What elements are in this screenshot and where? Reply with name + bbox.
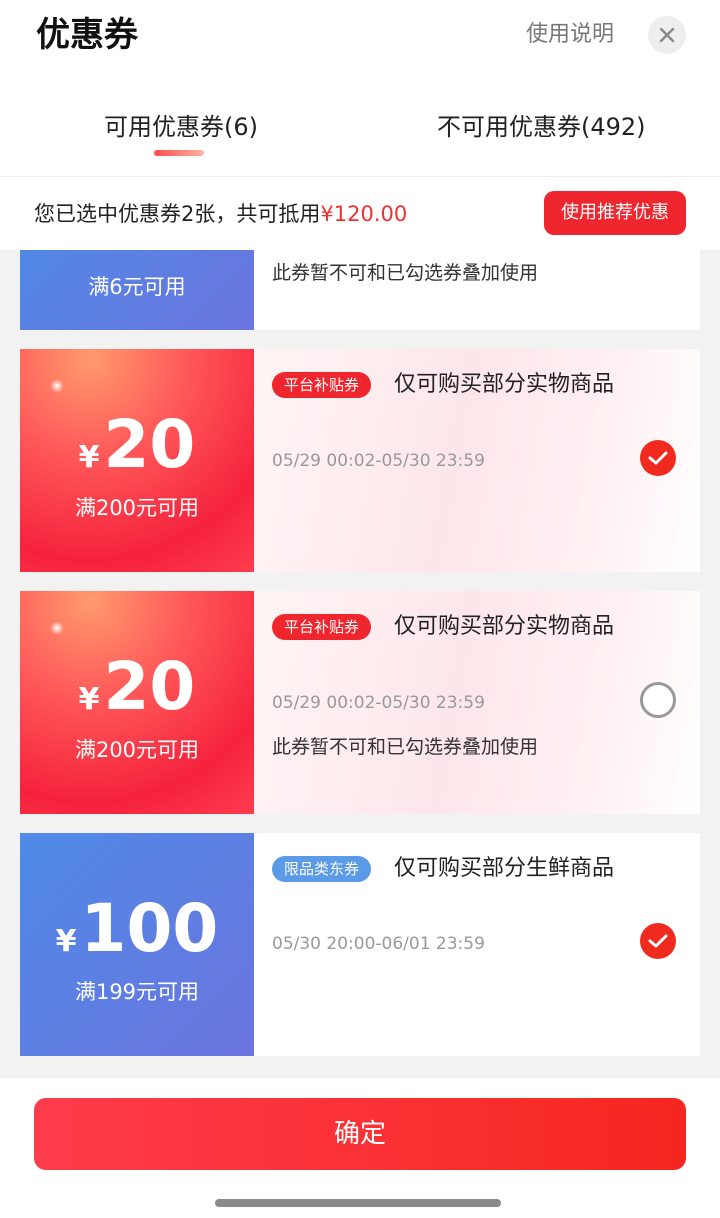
coupon-checkbox-checked[interactable]	[640, 923, 676, 959]
coupon-value-panel: ¥20 满200元可用	[20, 349, 254, 572]
coupon-amount: ¥100	[20, 889, 254, 986]
coupon-title: 仅可购买部分实物商品	[394, 372, 615, 397]
use-recommended-button[interactable]: 使用推荐优惠	[544, 191, 686, 235]
coupon-amount: ¥20	[20, 647, 254, 744]
coupon-type-badge: 限品类东券	[272, 856, 372, 882]
coupon-condition: 满199元可用	[74, 980, 200, 1004]
coupon-info-panel: 平台补贴券 仅可购买部分实物商品 05/29 00:02-05/30 23:59	[254, 349, 700, 572]
coupon-condition: 满200元可用	[74, 496, 200, 520]
tab-unavailable-coupons[interactable]: 不可用优惠券(492)	[437, 110, 646, 144]
coupon-type-badge: 平台补贴券	[272, 614, 372, 640]
coupon-checkbox-checked[interactable]	[640, 440, 676, 476]
coupon-condition: 满200元可用	[74, 738, 200, 762]
confirm-button[interactable]: 确定	[34, 1098, 686, 1170]
coupon-info-panel: 此券暂不可和已勾选券叠加使用	[254, 250, 700, 330]
coupon-list[interactable]: 满6元可用 此券暂不可和已勾选券叠加使用 ¥20 满200元可用 平台补贴券 仅…	[0, 250, 720, 1078]
currency-symbol: ¥	[78, 682, 100, 717]
coupon-condition: 满6元可用	[88, 275, 186, 299]
selection-summary-text: 您已选中优惠券2张，共可抵用	[34, 202, 321, 226]
coupon-card[interactable]: ¥20 满200元可用 平台补贴券 仅可购买部分实物商品 05/29 00:02…	[20, 349, 700, 572]
sparkle-decoration	[50, 621, 64, 635]
home-indicator	[215, 1199, 501, 1207]
coupon-value-panel: 满6元可用	[20, 250, 254, 330]
coupon-card[interactable]: ¥20 满200元可用 平台补贴券 仅可购买部分实物商品 05/29 00:02…	[20, 591, 700, 814]
coupon-value-panel: ¥20 满200元可用	[20, 591, 254, 814]
selection-summary-bar: 您已选中优惠券2张，共可抵用¥120.00 使用推荐优惠	[0, 176, 720, 250]
checkmark-icon	[648, 934, 668, 948]
coupon-card[interactable]: ¥100 满199元可用 限品类东券 仅可购买部分生鲜商品 05/30 20:0…	[20, 833, 700, 1056]
close-icon	[659, 27, 675, 43]
coupon-title: 仅可购买部分生鲜商品	[394, 856, 615, 881]
checkmark-icon	[648, 451, 668, 465]
coupon-value-panel: ¥100 满199元可用	[20, 833, 254, 1056]
coupon-type-badge: 平台补贴券	[272, 372, 372, 398]
coupon-stack-note: 此券暂不可和已勾选券叠加使用	[272, 262, 539, 284]
currency-symbol: ¥	[55, 924, 77, 959]
usage-instructions-link[interactable]: 使用说明	[526, 20, 614, 50]
coupon-validity: 05/29 00:02-05/30 23:59	[272, 451, 485, 471]
coupon-amount-value: 100	[80, 890, 219, 967]
coupon-info-panel: 限品类东券 仅可购买部分生鲜商品 05/30 20:00-06/01 23:59	[254, 833, 700, 1056]
page-title: 优惠券	[36, 15, 138, 55]
coupon-checkbox-unchecked[interactable]	[640, 682, 676, 718]
sparkle-decoration	[50, 379, 64, 393]
coupon-amount-value: 20	[103, 648, 196, 725]
coupon-amount: ¥20	[20, 405, 254, 502]
selection-summary: 您已选中优惠券2张，共可抵用¥120.00	[34, 199, 407, 229]
currency-symbol: ¥	[78, 440, 100, 475]
close-button[interactable]	[648, 16, 686, 54]
footer: 确定	[0, 1078, 720, 1218]
discount-amount: ¥120.00	[320, 202, 408, 226]
coupon-validity: 05/30 20:00-06/01 23:59	[272, 934, 485, 954]
coupon-amount-value: 20	[103, 406, 196, 483]
active-tab-indicator	[154, 150, 204, 156]
coupon-stack-note: 此券暂不可和已勾选券叠加使用	[272, 736, 539, 758]
tab-available-coupons[interactable]: 可用优惠券(6)	[104, 110, 258, 144]
coupon-validity: 05/29 00:02-05/30 23:59	[272, 693, 485, 713]
coupon-info-panel: 平台补贴券 仅可购买部分实物商品 05/29 00:02-05/30 23:59…	[254, 591, 700, 814]
coupon-card[interactable]: 满6元可用 此券暂不可和已勾选券叠加使用	[20, 250, 700, 330]
coupon-title: 仅可购买部分实物商品	[394, 614, 615, 639]
coupon-sheet-header: 优惠券 使用说明 可用优惠券(6) 不可用优惠券(492)	[0, 0, 720, 176]
